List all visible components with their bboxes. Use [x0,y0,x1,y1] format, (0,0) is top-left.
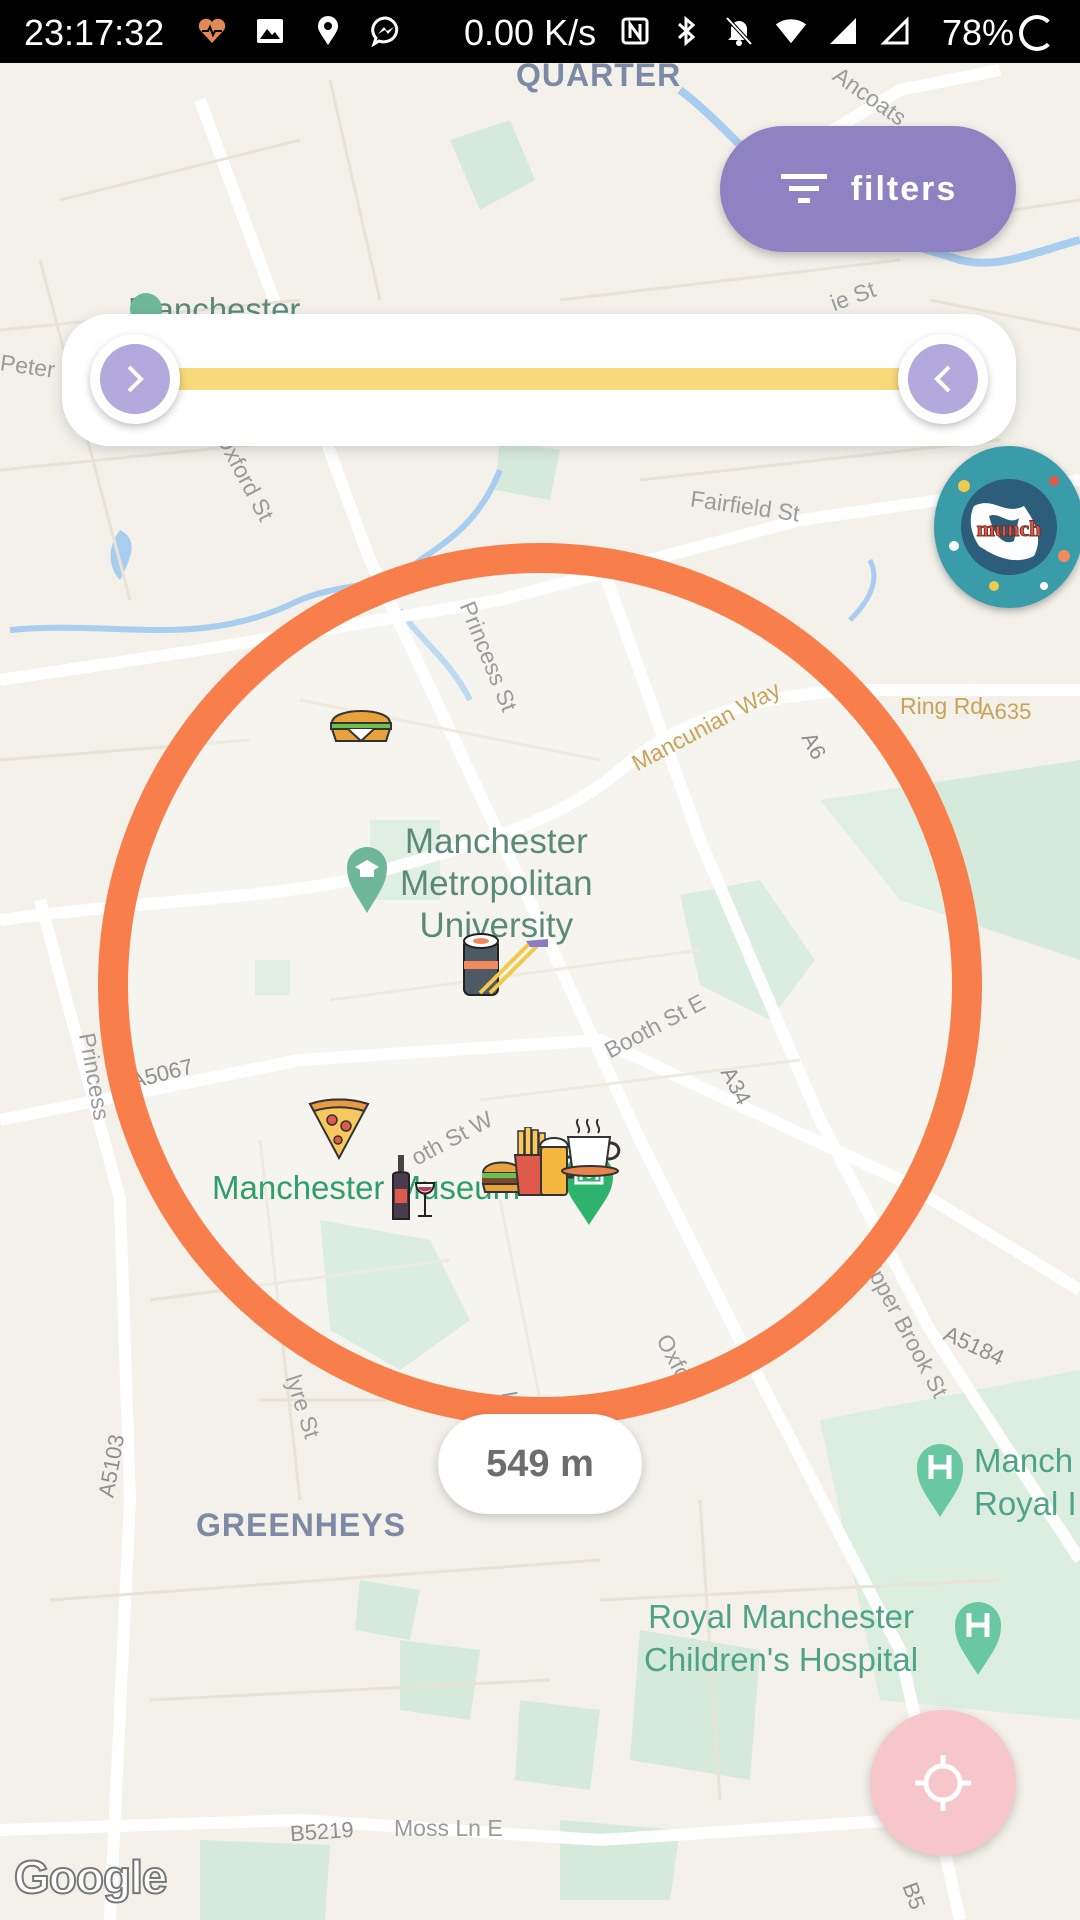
poi-childrens-hospital: Royal Manchester Children's Hospital [644,1598,919,1678]
signal-icon [826,14,860,48]
wifi-icon [774,14,808,48]
location-icon [311,14,345,48]
area-label-greenheys: GREENHEYS [196,1507,406,1543]
my-location-button[interactable] [870,1710,1016,1856]
filters-button[interactable]: filters [720,126,1016,252]
heart-rate-icon [195,14,229,48]
filter-icon [780,174,827,203]
bluetooth-icon [670,14,704,48]
poi-royal-infirmary: Manch Royal I [974,1442,1077,1522]
battery-level: 78% [942,12,1015,53]
mute-icon [722,14,756,48]
munch-logo[interactable]: munch [934,446,1080,608]
status-bar: 23:17:32 0.00 K/s 78% [0,0,1080,63]
network-speed: 0.00 K/s [464,12,597,53]
google-attribution: Google [13,1850,168,1904]
road-number: B5219 [289,1816,355,1847]
range-slider-card [62,314,1016,446]
radius-distance-label[interactable]: 549 m [438,1414,642,1514]
loading-icon [1019,15,1055,51]
street-label: Moss Ln E [394,1815,503,1841]
slider-max-handle[interactable] [898,334,988,424]
road-number: A635 [980,699,1032,724]
messenger-icon [369,14,403,48]
chevron-right-icon [100,344,170,414]
nfc-icon [618,14,652,48]
logo-text: munch [977,516,1042,541]
crosshair-icon [915,1755,971,1811]
chevron-left-icon [908,344,978,414]
image-icon [253,14,287,48]
filters-label: filters [850,169,958,208]
signal-empty-icon [878,14,912,48]
slider-min-handle[interactable] [90,334,180,424]
poi-museum: Manchester Museum [212,1169,521,1206]
slider-track[interactable] [172,368,972,390]
street-label: Ring Rd [900,693,984,719]
area-label-quarter: QUARTER [516,63,682,93]
status-time: 23:17:32 [24,12,165,53]
